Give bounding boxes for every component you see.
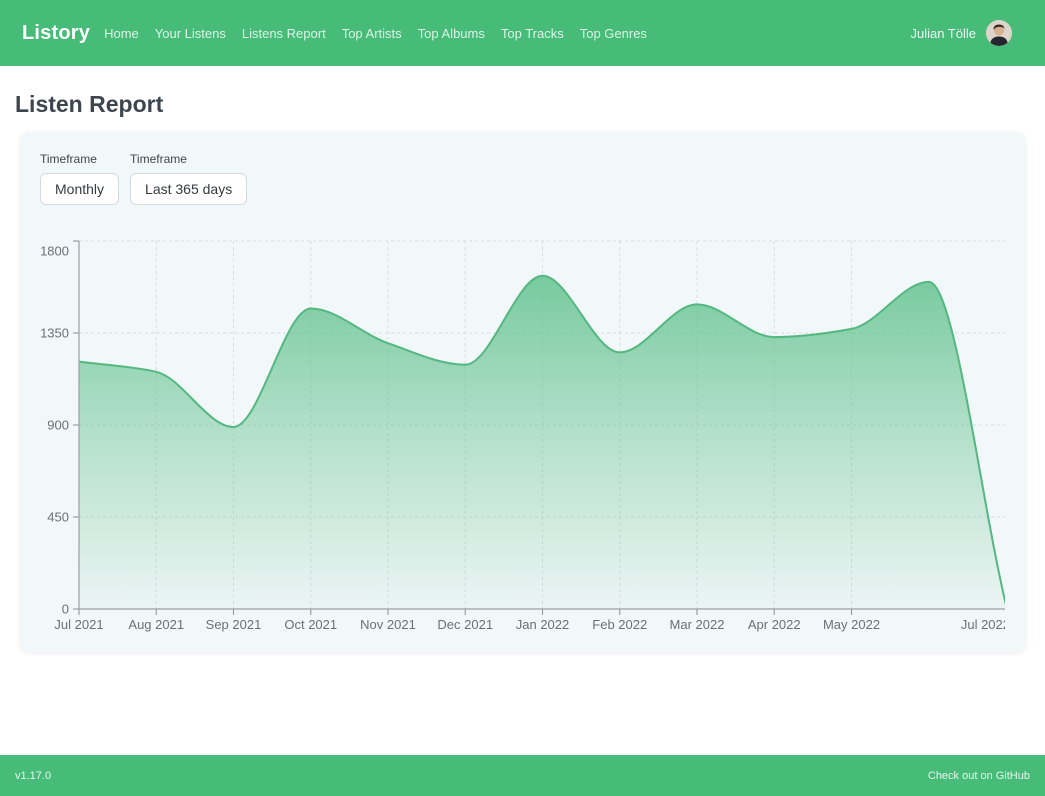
main-content: Listen Report Timeframe Monthly Timefram… <box>0 66 1045 755</box>
svg-text:Dec 2021: Dec 2021 <box>437 617 493 632</box>
timeframe-mode-select[interactable]: Monthly <box>40 173 119 205</box>
svg-text:900: 900 <box>47 418 69 433</box>
svg-text:Oct 2021: Oct 2021 <box>284 617 337 632</box>
listen-chart[interactable]: 0 450 900 1350 1800 Jul 2021 Aug 2021 Sep 2021 O… <box>40 231 1005 641</box>
version-label: v1.17.0 <box>15 770 51 782</box>
svg-text:Jul 2021: Jul 2021 <box>54 617 103 632</box>
nav-item-top-genres[interactable]: Top Genres <box>580 26 647 41</box>
nav-item-top-albums[interactable]: Top Albums <box>418 26 485 41</box>
svg-text:May 2022: May 2022 <box>823 617 880 632</box>
user-avatar[interactable] <box>986 20 1012 46</box>
nav-links: Home Your Listens Listens Report Top Art… <box>104 26 647 41</box>
svg-text:Nov 2021: Nov 2021 <box>360 617 416 632</box>
report-card: Timeframe Monthly Timeframe Last 365 day… <box>20 132 1025 652</box>
svg-text:1800: 1800 <box>40 244 69 259</box>
page-title: Listen Report <box>15 91 1045 118</box>
svg-text:Jan 2022: Jan 2022 <box>516 617 570 632</box>
svg-text:Aug 2021: Aug 2021 <box>128 617 184 632</box>
timeframe-mode-label: Timeframe <box>40 152 119 166</box>
timeframe-range-label: Timeframe <box>130 152 247 166</box>
timeframe-filters: Timeframe Monthly Timeframe Last 365 day… <box>40 152 1005 205</box>
timeframe-range-group: Timeframe Last 365 days <box>130 152 247 205</box>
navbar: Listory Home Your Listens Listens Report… <box>0 0 1045 66</box>
svg-text:Mar 2022: Mar 2022 <box>670 617 725 632</box>
nav-item-listens-report[interactable]: Listens Report <box>242 26 326 41</box>
footer: v1.17.0 Check out on GitHub <box>0 755 1045 796</box>
github-link[interactable]: Check out on GitHub <box>928 770 1030 782</box>
svg-text:1350: 1350 <box>40 326 69 341</box>
chart-svg: 0 450 900 1350 1800 Jul 2021 Aug 2021 Sep 2021 O… <box>40 231 1005 641</box>
nav-item-your-listens[interactable]: Your Listens <box>155 26 226 41</box>
timeframe-mode-group: Timeframe Monthly <box>40 152 119 205</box>
svg-text:450: 450 <box>47 510 69 525</box>
brand-logo[interactable]: Listory <box>22 22 90 45</box>
timeframe-range-select[interactable]: Last 365 days <box>130 173 247 205</box>
svg-text:0: 0 <box>62 602 69 617</box>
svg-text:Feb 2022: Feb 2022 <box>592 617 647 632</box>
user-name[interactable]: Julian Tölle <box>910 26 976 41</box>
svg-text:Jul 2022: Jul 2022 <box>961 617 1005 632</box>
nav-item-home[interactable]: Home <box>104 26 139 41</box>
svg-text:Apr 2022: Apr 2022 <box>748 617 801 632</box>
nav-item-top-artists[interactable]: Top Artists <box>342 26 402 41</box>
avatar-image <box>986 20 1012 46</box>
nav-item-top-tracks[interactable]: Top Tracks <box>501 26 564 41</box>
svg-text:Sep 2021: Sep 2021 <box>206 617 262 632</box>
